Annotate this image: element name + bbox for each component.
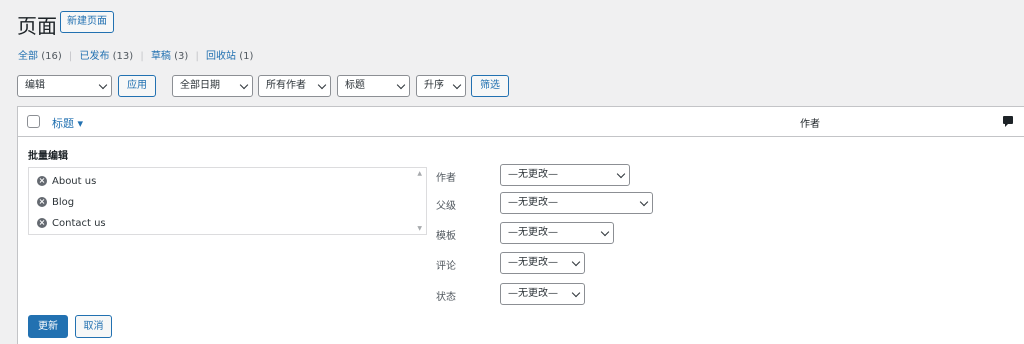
chevron-down-icon xyxy=(616,169,626,179)
list-item-label: About us xyxy=(52,176,97,187)
remove-circle-icon[interactable]: × xyxy=(37,176,47,186)
views-separator: | xyxy=(68,51,73,62)
list-item: × About us xyxy=(37,176,96,187)
author-field-select[interactable]: —无更改— xyxy=(500,164,630,186)
template-field-label: 模板 xyxy=(436,231,456,242)
status-field-select[interactable]: —无更改— xyxy=(500,283,585,305)
view-trash-count: (1) xyxy=(239,51,254,62)
bulk-action-select[interactable]: 编辑 xyxy=(17,75,112,97)
chevron-down-icon xyxy=(571,257,581,267)
order-value: 升序 xyxy=(424,80,444,91)
views-separator: | xyxy=(140,51,144,62)
author-field-label: 作者 xyxy=(436,173,456,184)
status-views: 全部 (16) | 已发布 (13) | 草稿 (3) | 回收站 (1) xyxy=(18,47,253,62)
table-header: 标题 ▾ 作者 xyxy=(18,107,1024,137)
order-select[interactable]: 升序 xyxy=(416,75,466,97)
view-drafts-count: (3) xyxy=(174,51,189,62)
parent-field-label: 父级 xyxy=(436,201,456,212)
chevron-down-icon xyxy=(639,197,649,207)
column-title-sort[interactable]: 标题 ▾ xyxy=(52,115,83,131)
scroll-up-arrow-icon[interactable]: ▲ xyxy=(417,170,422,177)
list-item: × Contact us xyxy=(37,218,106,229)
list-item-label: Contact us xyxy=(52,218,106,229)
template-field-value: —无更改— xyxy=(508,227,558,238)
view-drafts-link[interactable]: 草稿 xyxy=(151,51,171,62)
author-filter-select[interactable]: 所有作者 xyxy=(258,75,331,97)
list-item-label: Blog xyxy=(52,197,75,208)
list-item: × Blog xyxy=(37,197,74,208)
view-trash-link[interactable]: 回收站 xyxy=(206,51,236,62)
status-field-value: —无更改— xyxy=(508,288,558,299)
chevron-down-icon xyxy=(98,80,108,90)
pages-table: 标题 ▾ 作者 批量编辑 × About us × Blog × Contact us… xyxy=(17,106,1024,344)
status-field-label: 状态 xyxy=(436,292,456,303)
template-field-select[interactable]: —无更改— xyxy=(500,222,614,244)
chevron-down-icon xyxy=(396,80,406,90)
remove-circle-icon[interactable]: × xyxy=(37,218,47,228)
comments-field-label: 评论 xyxy=(436,261,456,272)
cancel-button[interactable]: 取消 xyxy=(75,315,112,338)
view-published-link[interactable]: 已发布 xyxy=(79,51,109,62)
bulk-action-value: 编辑 xyxy=(25,80,45,91)
bulk-edit-items-list[interactable]: × About us × Blog × Contact us ▲ ▼ xyxy=(28,167,427,235)
chevron-down-icon xyxy=(239,80,249,90)
parent-field-value: —无更改— xyxy=(508,197,558,208)
parent-field-select[interactable]: —无更改— xyxy=(500,192,653,214)
date-filter-value: 全部日期 xyxy=(180,80,220,91)
comments-field-select[interactable]: —无更改— xyxy=(500,252,585,274)
update-button[interactable]: 更新 xyxy=(28,315,68,338)
date-filter-select[interactable]: 全部日期 xyxy=(172,75,253,97)
author-field-value: —无更改— xyxy=(508,169,558,180)
bulk-edit-heading: 批量编辑 xyxy=(28,151,68,162)
comments-field-value: —无更改— xyxy=(508,257,558,268)
view-all-link[interactable]: 全部 xyxy=(18,51,38,62)
views-separator: | xyxy=(195,51,199,62)
view-published-count: (13) xyxy=(112,51,134,62)
remove-circle-icon[interactable]: × xyxy=(37,197,47,207)
select-all-checkbox[interactable] xyxy=(27,115,40,128)
filter-button[interactable]: 筛选 xyxy=(471,75,509,97)
view-all-count: (16) xyxy=(41,51,62,62)
orderby-value: 标题 xyxy=(345,80,365,91)
apply-button[interactable]: 应用 xyxy=(118,75,156,97)
scroll-down-arrow-icon[interactable]: ▼ xyxy=(417,225,422,232)
chevron-down-icon xyxy=(317,80,327,90)
comment-bubble-icon xyxy=(1003,116,1013,127)
column-author: 作者 xyxy=(800,119,820,130)
author-filter-value: 所有作者 xyxy=(266,80,306,91)
chevron-down-icon xyxy=(600,227,610,237)
page-title: 页面 xyxy=(17,14,57,38)
orderby-select[interactable]: 标题 xyxy=(337,75,410,97)
add-new-page-button[interactable]: 新建页面 xyxy=(60,11,114,33)
chevron-down-icon xyxy=(571,288,581,298)
chevron-down-icon xyxy=(452,80,462,90)
